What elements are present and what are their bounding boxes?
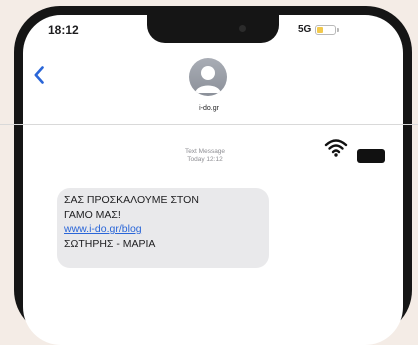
message-signature: ΣΩΤΗΡΗΣ - ΜΑΡΙΑ [64,237,156,250]
wifi-icon [324,138,348,163]
phone-frame [14,6,412,345]
status-battery-icon [315,24,340,35]
back-chevron-icon[interactable] [34,66,44,89]
message-bubble[interactable]: ΣΑΣ ΠΡΟΣΚΑΛΟΥΜΕ ΣΤΟΝ ΓΑΜΟ ΜΑΣ! www.i-do.… [57,188,269,268]
status-indicators: 5G [298,24,340,35]
message-line: ΣΑΣ ΠΡΟΣΚΑΛΟΥΜΕ ΣΤΟΝ [64,194,199,206]
network-label: 5G [298,24,312,35]
message-link[interactable]: www.i-do.gr/blog [64,222,269,237]
contact-avatar-icon[interactable] [189,58,227,96]
header-divider [0,124,418,125]
thread-meta: Text Message Today 12:12 [170,148,240,164]
battery-level [317,26,324,33]
contact-name[interactable]: i-do.gr [180,105,238,112]
battery-icon [357,149,385,163]
thread-timestamp: Today 12:12 [187,156,223,163]
thread-label: Text Message [184,148,226,155]
notch [147,15,279,43]
status-time: 18:12 [48,23,79,37]
front-camera [239,25,246,32]
message-line: ΓΑΜΟ ΜΑΣ! [64,208,121,221]
